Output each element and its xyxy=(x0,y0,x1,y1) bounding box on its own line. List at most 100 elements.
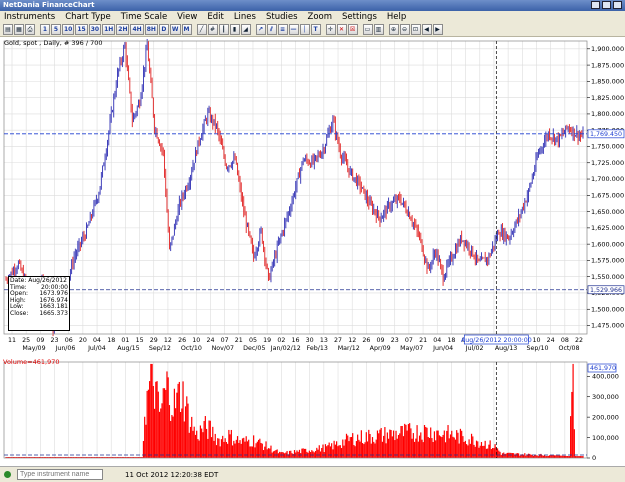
trendline-icon[interactable]: ↗ xyxy=(255,24,266,35)
volume-bar xyxy=(214,433,216,458)
period-d-button[interactable]: D xyxy=(158,24,169,35)
menu-zoom[interactable]: Zoom xyxy=(308,11,333,23)
channel-icon[interactable]: ⫽ xyxy=(266,24,277,35)
instrument-search-input[interactable] xyxy=(17,469,103,480)
grid-icon[interactable]: # xyxy=(207,24,218,35)
period-2h-button[interactable]: 2H xyxy=(116,24,130,35)
volume-bar xyxy=(176,392,178,458)
volume-bar xyxy=(246,441,249,458)
volume-bar xyxy=(443,430,445,458)
volume-bar xyxy=(277,453,280,458)
volume-bar xyxy=(370,443,372,458)
delete-all-icon[interactable]: ☒ xyxy=(347,24,358,35)
save-icon[interactable]: ▦ xyxy=(14,24,24,35)
volume-bar xyxy=(261,443,263,458)
zoom-fit-icon[interactable]: ⊡ xyxy=(410,24,421,35)
volume-bar xyxy=(324,444,327,458)
period-30-button[interactable]: 30 xyxy=(88,24,102,35)
volume-bar xyxy=(496,448,499,458)
menu-edit[interactable]: Edit xyxy=(207,11,223,23)
open-icon[interactable]: ▤ xyxy=(3,24,13,35)
volume-bar xyxy=(527,453,530,458)
data-window-row: Close: 1665.373 xyxy=(10,309,68,317)
volume-bar xyxy=(363,444,365,458)
chart-area[interactable]: 1,900.000 1,875.000 1,850.000 1,825.000 1,80… xyxy=(0,37,625,466)
volume-bar xyxy=(423,425,426,458)
menu-view[interactable]: View xyxy=(177,11,197,23)
hline-icon[interactable]: — xyxy=(288,24,299,35)
period-m-button[interactable]: M xyxy=(181,24,192,35)
period-8h-button[interactable]: 8H xyxy=(144,24,158,35)
volume-bar xyxy=(360,430,362,458)
candle-icon[interactable]: ▮ xyxy=(229,24,240,35)
minimize-button[interactable] xyxy=(591,1,600,9)
volume-bar xyxy=(266,449,268,458)
date-tick-label: 18 xyxy=(107,337,115,344)
volume-label: Volume=461,970 xyxy=(3,358,60,366)
line-chart-icon[interactable]: ╱ xyxy=(196,24,207,35)
volume-bar xyxy=(418,435,421,458)
date-tick-label: Sep/12 xyxy=(149,345,171,352)
menu-lines[interactable]: Lines xyxy=(234,11,256,23)
window-icon[interactable]: ▭ xyxy=(362,24,373,35)
date-tick-label: 04 xyxy=(433,337,441,344)
menu-instruments[interactable]: Instruments xyxy=(4,11,55,23)
volume-bar xyxy=(416,425,418,458)
menu-help[interactable]: Help xyxy=(387,11,406,23)
menu-settings[interactable]: Settings xyxy=(342,11,377,23)
volume-bar xyxy=(334,444,336,458)
volume-bar xyxy=(535,455,537,458)
volume-bar xyxy=(152,385,154,458)
volume-bar xyxy=(459,428,462,458)
area-chart-icon[interactable]: ◢ xyxy=(240,24,251,35)
date-tick-label: Nov/07 xyxy=(212,345,234,352)
period-10-button[interactable]: 10 xyxy=(62,24,75,35)
volume-bar xyxy=(478,447,480,458)
menu-time-scale[interactable]: Time Scale xyxy=(121,11,167,23)
zoom-out-icon[interactable]: ⊖ xyxy=(399,24,410,35)
volume-bar xyxy=(292,453,294,458)
volume-bar xyxy=(314,450,317,458)
volume-tick-label: 400,000 xyxy=(592,372,619,380)
volume-bar xyxy=(311,450,313,458)
volume-bar xyxy=(236,436,239,458)
text-tool-icon[interactable]: T xyxy=(310,24,321,35)
volume-bar xyxy=(178,381,180,458)
fibonacci-icon[interactable]: ≡ xyxy=(277,24,288,35)
print-icon[interactable]: ⎙ xyxy=(25,24,35,35)
price-tick-label: 1,600.000 xyxy=(591,240,624,248)
volume-bar xyxy=(204,416,206,458)
period-15-button[interactable]: 15 xyxy=(75,24,88,35)
scroll-left-icon[interactable]: ◀ xyxy=(421,24,432,35)
volume-bar xyxy=(473,444,475,458)
volume-bar xyxy=(254,447,256,458)
bar-chart-icon[interactable]: ┃ xyxy=(218,24,229,35)
volume-bar xyxy=(276,449,278,458)
maximize-button[interactable] xyxy=(602,1,611,9)
period-1h-button[interactable]: 1H xyxy=(102,24,116,35)
volume-bar xyxy=(163,388,166,458)
period-1-button[interactable]: 1 xyxy=(40,24,50,35)
volume-bar xyxy=(407,424,410,458)
volume-bar xyxy=(335,441,338,458)
close-button[interactable] xyxy=(613,1,622,9)
volume-bar xyxy=(530,454,532,458)
volume-bar xyxy=(487,448,489,458)
crosshair-icon[interactable]: ✛ xyxy=(325,24,336,35)
price-tick-label: 1,675.000 xyxy=(591,192,624,200)
period-w-button[interactable]: W xyxy=(169,24,181,35)
volume-bar xyxy=(308,450,310,458)
menu-chart-type[interactable]: Chart Type xyxy=(65,11,111,23)
scroll-right-icon[interactable]: ▶ xyxy=(432,24,443,35)
price-tick-label: 1,475.000 xyxy=(591,322,624,330)
layout-icon[interactable]: ▥ xyxy=(373,24,384,35)
date-tick-label: 09 xyxy=(377,337,385,344)
zoom-in-icon[interactable]: ⊕ xyxy=(388,24,399,35)
period-5-button[interactable]: 5 xyxy=(51,24,61,35)
menu-studies[interactable]: Studies xyxy=(266,11,298,23)
date-tick-label: 13 xyxy=(320,337,328,344)
delete-icon[interactable]: ✕ xyxy=(336,24,347,35)
volume-bar xyxy=(355,441,358,458)
period-4h-button[interactable]: 4H xyxy=(130,24,144,35)
vline-icon[interactable]: │ xyxy=(299,24,310,35)
